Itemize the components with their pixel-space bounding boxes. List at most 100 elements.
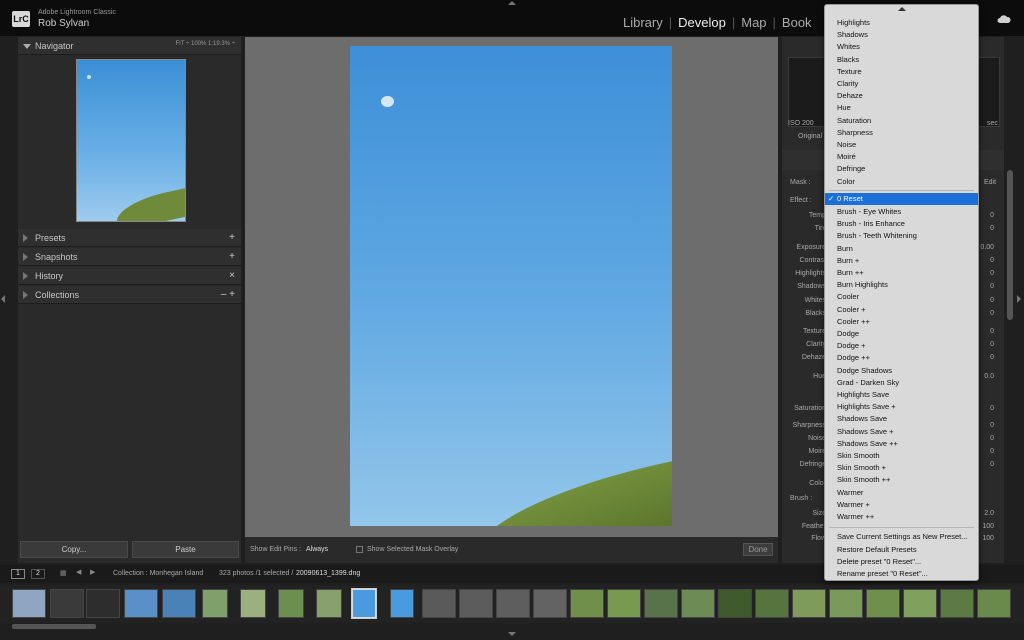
slider-value-whites[interactable]: 0 [990, 297, 994, 304]
menu-item[interactable]: Noise [825, 139, 978, 151]
collections-panel-header[interactable]: Collections – + [18, 286, 241, 304]
scroll-up-arrow-icon[interactable] [898, 7, 906, 11]
preset-action-item[interactable]: Rename preset "0 Reset"... [825, 568, 978, 580]
filmstrip-thumbnail[interactable] [570, 589, 604, 618]
forward-arrow-icon[interactable]: ▶ [90, 568, 95, 576]
menu-item[interactable]: Color [825, 176, 978, 188]
main-photo[interactable] [350, 46, 672, 526]
filmstrip-thumbnail[interactable] [718, 589, 752, 618]
slider-value-clarity[interactable]: 0 [990, 341, 994, 348]
slider-value-exposure[interactable]: 0.00 [980, 244, 994, 251]
bottom-panel-toggle-icon[interactable] [508, 632, 516, 636]
filmstrip-thumbnail[interactable] [240, 589, 266, 618]
filmstrip-thumbnail[interactable] [352, 589, 376, 618]
window-1-button[interactable]: 1 [11, 569, 25, 579]
mask-overlay-checkbox[interactable] [356, 546, 363, 553]
collection-add-remove-button[interactable]: – + [221, 289, 235, 300]
cloud-sync-icon[interactable] [997, 14, 1011, 24]
selected-filename[interactable]: 20090613_1399.dng [296, 570, 360, 577]
add-snapshot-button[interactable]: + [229, 251, 235, 262]
preset-menu-item[interactable]: Burn + [825, 255, 978, 267]
menu-item[interactable]: Saturation [825, 115, 978, 127]
preset-menu-item[interactable]: Shadows Save [825, 413, 978, 425]
filmstrip-thumbnail[interactable] [12, 589, 46, 618]
preset-menu-item[interactable]: Cooler [825, 291, 978, 303]
preset-menu-item[interactable]: Dodge ++ [825, 352, 978, 364]
navigator-preview[interactable] [76, 59, 186, 222]
filmstrip-thumbnail[interactable] [50, 589, 84, 618]
filmstrip-scrollbar[interactable] [12, 624, 96, 629]
preset-menu-item[interactable]: Brush - Iris Enhance [825, 218, 978, 230]
slider-value-moiré[interactable]: 0 [990, 448, 994, 455]
top-panel-toggle-icon[interactable] [508, 1, 516, 5]
menu-item-selected[interactable]: ✓ 0 Reset [825, 192, 978, 205]
slider-value-blacks[interactable]: 0 [990, 310, 994, 317]
preset-menu-item[interactable]: Brush - Teeth Whitening [825, 230, 978, 242]
done-button[interactable]: Done [743, 543, 773, 556]
menu-item[interactable]: Blacks [825, 54, 978, 66]
menu-item[interactable]: Shadows [825, 29, 978, 41]
preset-menu-item[interactable]: Shadows Save ++ [825, 438, 978, 450]
menu-item[interactable]: Dehaze [825, 90, 978, 102]
history-panel-header[interactable]: History × [18, 267, 241, 285]
presets-panel-header[interactable]: Presets + [18, 229, 241, 247]
menu-item[interactable]: Hue [825, 102, 978, 114]
window-2-button[interactable]: 2 [31, 569, 45, 579]
filmstrip-thumbnail[interactable] [977, 589, 1011, 618]
menu-item[interactable]: Whites [825, 41, 978, 53]
filmstrip-thumbnail[interactable] [316, 589, 342, 618]
filmstrip-thumbnail[interactable] [792, 589, 826, 618]
image-canvas[interactable]: Show Edit Pins : Always Show Selected Ma… [245, 37, 778, 563]
filmstrip-thumbnail[interactable] [681, 589, 715, 618]
slider-value-contrast[interactable]: 0 [990, 257, 994, 264]
slider-value-tint[interactable]: 0 [990, 225, 994, 232]
filmstrip-thumbnail[interactable] [459, 589, 493, 618]
slider-value-shadows[interactable]: 0 [990, 283, 994, 290]
clear-history-button[interactable]: × [229, 270, 235, 281]
preset-menu-item[interactable]: Highlights Save + [825, 401, 978, 413]
preset-menu-item[interactable]: Cooler ++ [825, 316, 978, 328]
preset-action-item[interactable]: Delete preset "0 Reset"... [825, 556, 978, 568]
filmstrip-thumbnail[interactable] [755, 589, 789, 618]
copy-button[interactable]: Copy... [20, 541, 128, 558]
navigator-header[interactable]: Navigator FIT ÷ 100% 1:19.3% ÷ [18, 37, 241, 55]
add-preset-button[interactable]: + [229, 232, 235, 243]
grid-icon[interactable]: ▦ [60, 569, 67, 577]
filmstrip-thumbnail[interactable] [162, 589, 196, 618]
preset-menu-item[interactable]: Burn Highlights [825, 279, 978, 291]
module-library[interactable]: Library [620, 15, 666, 30]
show-pins-dropdown[interactable]: Always [306, 546, 328, 553]
preset-menu-item[interactable]: Dodge Shadows [825, 365, 978, 377]
snapshots-panel-header[interactable]: Snapshots + [18, 248, 241, 266]
preset-menu-item[interactable]: Highlights Save [825, 389, 978, 401]
module-develop[interactable]: Develop [675, 15, 729, 30]
right-panel-toggle-icon[interactable] [1017, 295, 1021, 303]
paste-button[interactable]: Paste [132, 541, 239, 558]
edit-button[interactable]: Edit [984, 179, 996, 186]
slider-value-defringe[interactable]: 0 [990, 461, 994, 468]
filmstrip-thumbnail[interactable] [86, 589, 120, 618]
filmstrip-thumbnail[interactable] [422, 589, 456, 618]
menu-item[interactable]: Texture [825, 66, 978, 78]
preset-menu-item[interactable]: Grad - Darken Sky [825, 377, 978, 389]
preset-menu-item[interactable]: Burn ++ [825, 267, 978, 279]
menu-item[interactable]: Clarity [825, 78, 978, 90]
preset-action-item[interactable]: Restore Default Presets [825, 544, 978, 556]
brush-flow-value[interactable]: 100 [982, 535, 994, 542]
slider-value-noise[interactable]: 0 [990, 435, 994, 442]
preset-menu-item[interactable]: Warmer [825, 487, 978, 499]
preset-action-item[interactable]: Save Current Settings as New Preset... [825, 531, 978, 543]
module-book[interactable]: Book [779, 15, 815, 30]
preset-menu-item[interactable]: Brush - Eye Whites [825, 206, 978, 218]
preset-menu-item[interactable]: Skin Smooth [825, 450, 978, 462]
filmstrip-thumbnail[interactable] [903, 589, 937, 618]
preset-menu-item[interactable]: Skin Smooth + [825, 462, 978, 474]
filmstrip-thumbnail[interactable] [533, 589, 567, 618]
menu-item[interactable]: Sharpness [825, 127, 978, 139]
slider-value-temp[interactable]: 0 [990, 212, 994, 219]
preset-menu-item[interactable]: Warmer + [825, 499, 978, 511]
filmstrip-thumbnail[interactable] [496, 589, 530, 618]
brush-feather-value[interactable]: 100 [982, 523, 994, 530]
navigator-zoom-options[interactable]: FIT ÷ 100% 1:19.3% ÷ [175, 41, 235, 47]
slider-value-saturation[interactable]: 0 [990, 405, 994, 412]
